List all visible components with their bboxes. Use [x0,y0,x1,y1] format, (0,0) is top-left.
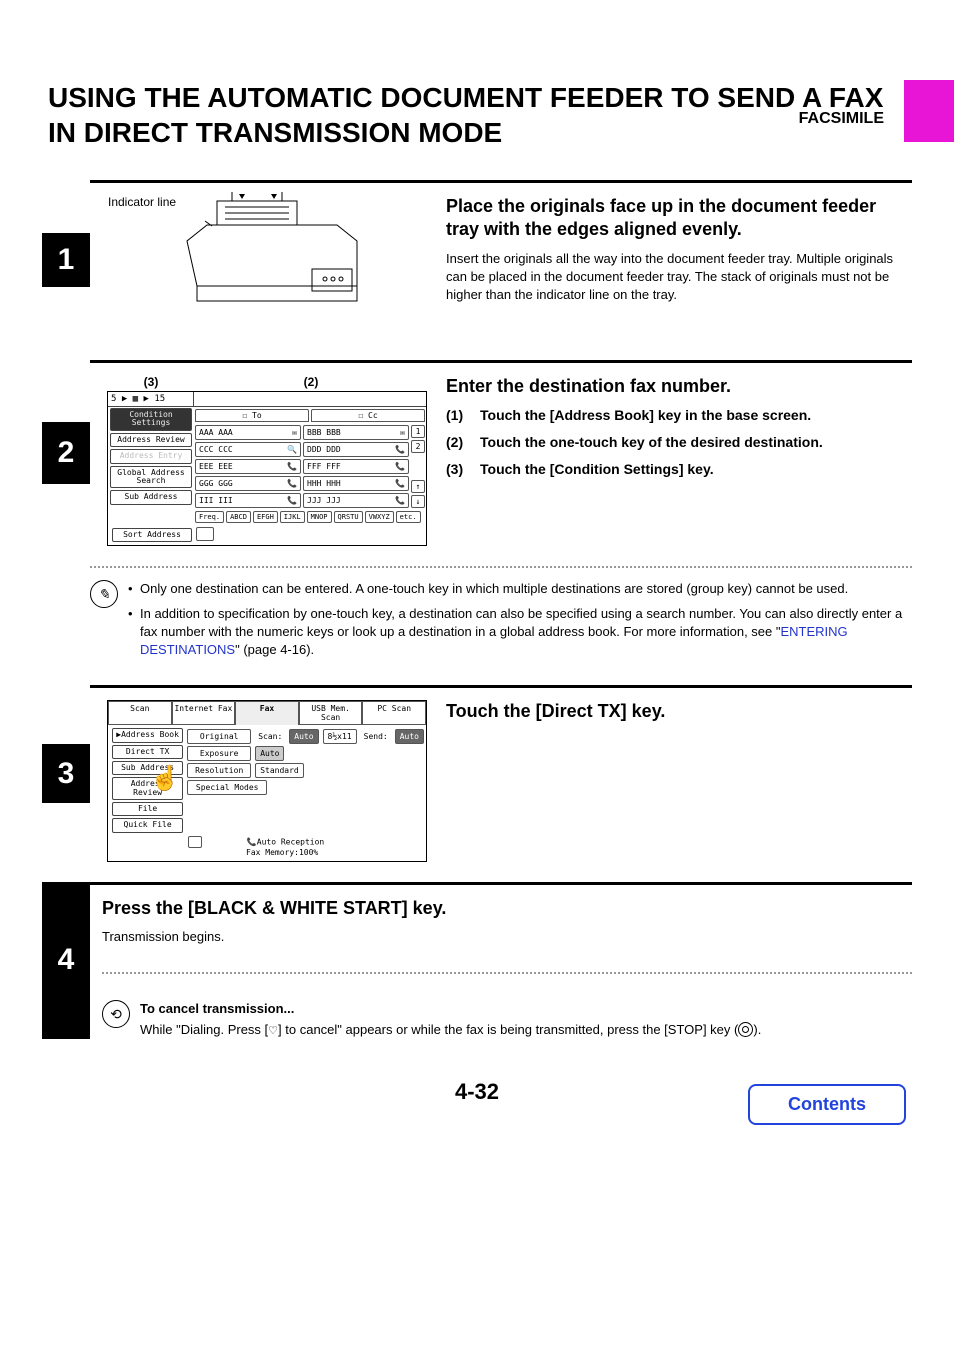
step-1: 1 Indicator line [42,180,912,340]
cancel-note: ⟲ To cancel transmission... While "Diali… [102,1000,912,1039]
step-4-number: 4 [42,882,90,1039]
divider [90,566,912,568]
index-tab[interactable]: EFGH [253,511,278,523]
step-num-spacer [42,685,90,744]
file-button[interactable]: File [112,802,183,816]
step-2: 2 (3) (2) 5 ▶ ▦ ▶ 15 Condition Settings … [42,360,912,546]
auto-reception-label: Auto Reception [257,837,324,846]
sub-address-button[interactable]: Sub Address [110,490,192,504]
index-tab[interactable]: IJKL [280,511,305,523]
index-tab[interactable]: QRSTU [334,511,363,523]
step-2-number: 2 [42,422,90,484]
one-touch-key[interactable]: HHH HHH📞 [303,476,409,491]
note-bullet: In addition to specification by one-touc… [128,605,912,660]
index-tab[interactable]: ABCD [226,511,251,523]
callout-3: (3) [107,375,195,389]
step-3-illustration: Scan Internet Fax Fax USB Mem. Scan PC S… [102,700,432,862]
page-indicator: 2 [411,440,425,453]
special-modes-button[interactable]: Special Modes [187,780,267,795]
substep-1: (1)Touch the [Address Book] key in the b… [446,406,912,425]
cancel-heading: To cancel transmission... [140,1000,912,1018]
original-button[interactable]: Original [187,729,251,744]
one-touch-key[interactable]: CCC CCC🔍 [195,442,301,457]
mode-tab-ifax[interactable]: Internet Fax [172,701,236,725]
one-touch-key[interactable]: FFF FFF📞 [303,459,409,474]
page-title: USING THE AUTOMATIC DOCUMENT FEEDER TO S… [48,80,906,150]
step-3-heading: Touch the [Direct TX] key. [446,700,912,723]
substep-3: (3)Touch the [Condition Settings] key. [446,460,912,479]
mode-tab-scan[interactable]: Scan [108,701,172,725]
step-4-heading: Press the [BLACK & WHITE START] key. [102,897,912,920]
callout-2: (2) [195,375,427,389]
condition-settings-button[interactable]: Condition Settings [110,408,192,431]
pencil-note-icon: ✎ [90,580,118,608]
path-cell: 5 ▶ ▦ ▶ 15 [108,392,194,406]
step-2-note: ✎ Only one destination can be entered. A… [90,580,912,665]
step-num-spacer [42,287,90,340]
address-book-screen: 5 ▶ ▦ ▶ 15 Condition Settings Address Re… [107,391,427,546]
step-4: 4 Press the [BLACK & WHITE START] key. T… [42,882,912,1039]
divider [102,972,912,974]
page-indicator: 1 [411,425,425,438]
sort-address-button[interactable]: Sort Address [112,528,192,542]
address-entry-button[interactable]: Address Entry [110,449,192,463]
step-2-heading: Enter the destination fax number. [446,375,912,398]
preview-icon[interactable] [196,527,214,541]
one-touch-key[interactable]: JJJ JJJ📞 [303,493,409,508]
mode-tab-usb[interactable]: USB Mem. Scan [299,701,363,725]
cancel-body: While "Dialing. Press [♡] to cancel" app… [140,1021,912,1039]
step-2-illustration: (3) (2) 5 ▶ ▦ ▶ 15 Condition Settings Ad… [102,375,432,546]
stop-key-icon [738,1022,753,1037]
step-1-illustration: Indicator line [102,195,432,340]
step-num-spacer [42,180,90,233]
step-3: 3 Scan Internet Fax Fax USB Mem. Scan PC… [42,685,912,862]
step-1-body: Insert the originals all the way into th… [446,250,912,305]
resolution-button[interactable]: Resolution [187,763,251,778]
step-num-spacer [42,803,90,862]
address-book-button[interactable]: ▶Address Book [112,728,183,742]
one-touch-key[interactable]: DDD DDD📞 [303,442,409,457]
indicator-line-label: Indicator line [102,195,432,209]
mode-tab-fax[interactable]: Fax [235,701,299,725]
index-tab[interactable]: Freq. [195,511,224,523]
one-touch-key[interactable]: III III📞 [195,493,301,508]
step-num-spacer [42,360,90,422]
printer-icon [147,191,387,321]
one-touch-key[interactable]: AAA AAA✉ [195,425,301,440]
one-touch-key[interactable]: EEE EEE📞 [195,459,301,474]
exposure-button[interactable]: Exposure [187,746,251,761]
direct-tx-button[interactable]: Direct TX [112,745,183,759]
section-tab [904,80,954,142]
fax-memory-label: Fax Memory:100% [246,848,318,857]
scroll-down-button[interactable]: ↓ [411,495,425,508]
stop-glyph-icon: ♡ [268,1025,278,1037]
step-3-number: 3 [42,744,90,803]
preview-icon-2[interactable] [188,836,202,848]
cc-tab[interactable]: ☐ Cc [311,409,425,422]
note-bullet: Only one destination can be entered. A o… [128,580,912,598]
step-4-body: Transmission begins. [102,928,912,946]
mode-tab-pc[interactable]: PC Scan [362,701,426,725]
return-arrow-icon: ⟲ [102,1000,130,1028]
hand-cursor-icon: ☝ [150,764,180,793]
scroll-up-button[interactable]: ↑ [411,480,425,493]
quick-file-button[interactable]: Quick File [112,818,183,832]
index-tab[interactable]: MNOP [307,511,332,523]
to-tab[interactable]: ☐ To [195,409,309,422]
step-num-spacer [42,484,90,546]
one-touch-key[interactable]: BBB BBB✉ [303,425,409,440]
step-1-heading: Place the originals face up in the docum… [446,195,912,242]
index-tab[interactable]: VWXYZ [365,511,394,523]
contents-button[interactable]: Contents [748,1084,906,1125]
index-tab[interactable]: etc. [396,511,421,523]
address-review-button[interactable]: Address Review [110,433,192,447]
section-label: FACSIMILE [799,110,884,128]
global-address-search-button[interactable]: Global Address Search [110,466,192,489]
step-1-number: 1 [42,233,90,286]
one-touch-key[interactable]: GGG GGG📞 [195,476,301,491]
substep-2: (2)Touch the one-touch key of the desire… [446,433,912,452]
